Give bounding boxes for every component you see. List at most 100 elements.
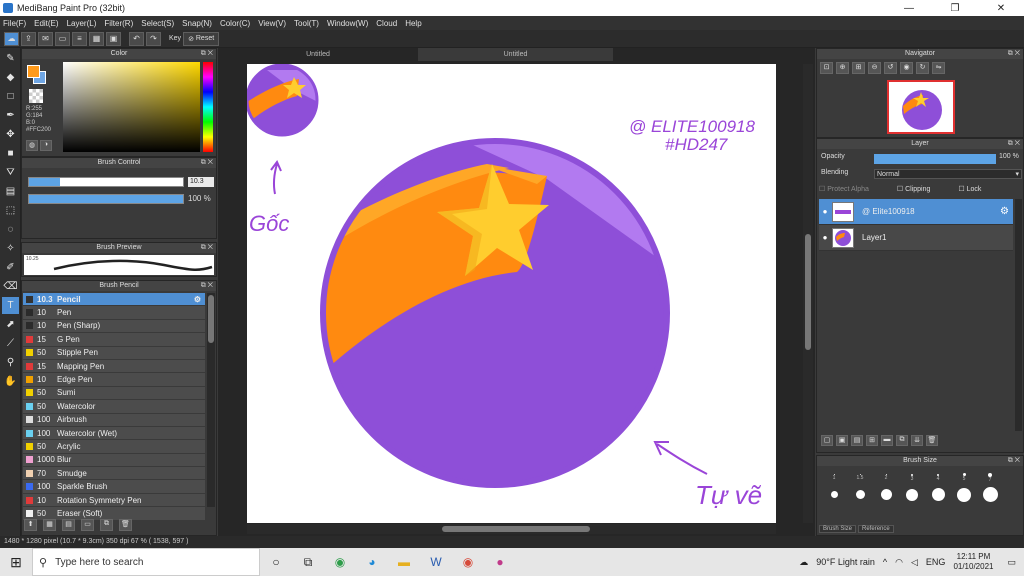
- menu-window[interactable]: Window(W): [327, 19, 368, 28]
- color-settings-icon[interactable]: ◑: [40, 140, 52, 151]
- rotate-left-icon[interactable]: ↺: [884, 62, 897, 74]
- brush-size-cell[interactable]: [899, 486, 925, 503]
- tab-reference[interactable]: Reference: [858, 525, 894, 533]
- brush-item[interactable]: 100 Watercolor (Wet): [23, 426, 205, 441]
- brush-item[interactable]: 70 Smudge: [23, 467, 205, 481]
- brush-size-cell[interactable]: [925, 486, 951, 503]
- add-brush-icon[interactable]: ⬆: [24, 519, 37, 531]
- brush-size-cell[interactable]: 7: [977, 469, 1003, 486]
- hand-tool-icon[interactable]: ✋: [2, 373, 19, 390]
- brush-item[interactable]: 15 G Pen: [23, 333, 205, 347]
- bubble-icon[interactable]: ▭: [55, 31, 70, 46]
- layer-duplicate-icon[interactable]: ⧉: [896, 435, 908, 446]
- bucket-tool-icon[interactable]: ⛛: [2, 164, 19, 181]
- menu-icon[interactable]: ≡: [72, 31, 87, 46]
- eye-icon[interactable]: ●: [819, 233, 831, 242]
- volume-icon[interactable]: ◁: [911, 557, 918, 568]
- brush-item[interactable]: 1000 Blur: [23, 453, 205, 468]
- document-tab-1[interactable]: Untitled: [268, 48, 368, 61]
- brush-size-cell[interactable]: 5: [951, 469, 977, 486]
- add-layer-menu-icon[interactable]: ⊞: [866, 435, 878, 446]
- close-button[interactable]: ✕: [978, 3, 1024, 14]
- trash-icon[interactable]: 🗑: [119, 519, 132, 531]
- menu-filter[interactable]: Filter(R): [104, 19, 133, 28]
- brush-item[interactable]: 10 Rotation Symmetry Pen: [23, 493, 205, 508]
- brush-size-cell[interactable]: [977, 486, 1003, 503]
- word-icon[interactable]: W: [420, 548, 452, 576]
- network-icon[interactable]: ◠: [895, 557, 903, 568]
- move-tool-icon[interactable]: ✥: [2, 126, 19, 143]
- minimize-button[interactable]: —: [886, 3, 932, 14]
- menu-color[interactable]: Color(C): [220, 19, 250, 28]
- close-icon[interactable]: ⧉ ✕: [201, 243, 213, 253]
- close-icon[interactable]: ⧉ ✕: [201, 281, 213, 291]
- brush-item[interactable]: 50 Stipple Pen: [23, 346, 205, 360]
- merge-layer-icon[interactable]: ⇊: [911, 435, 923, 446]
- brush-folder-icon[interactable]: ▭: [81, 519, 94, 531]
- canvas-hscroll-thumb[interactable]: [442, 526, 590, 532]
- undo-icon[interactable]: ↶: [129, 31, 144, 46]
- brush-item[interactable]: 10 Pen (Sharp): [23, 319, 205, 334]
- share-icon[interactable]: ⇪: [21, 31, 36, 46]
- navigator-thumbnail[interactable]: [887, 80, 955, 134]
- zoom-actual-icon[interactable]: ⊞: [852, 62, 865, 74]
- brush-size-cell[interactable]: [821, 486, 847, 503]
- saturation-value-picker[interactable]: [63, 62, 200, 152]
- brush-size-cell[interactable]: 1.5: [847, 469, 873, 486]
- chrome-2-icon[interactable]: ◉: [452, 548, 484, 576]
- select-eraser-tool-icon[interactable]: ⌫: [2, 278, 19, 295]
- brush-item[interactable]: 10.3 Pencil ⚙: [23, 293, 205, 307]
- cortana-icon[interactable]: ○: [260, 548, 292, 576]
- menu-file[interactable]: File(F): [3, 19, 26, 28]
- menu-cloud[interactable]: Cloud: [376, 19, 397, 28]
- layer-row-elite[interactable]: ● @ Elite100918 ⚙: [819, 199, 1013, 225]
- gear-icon[interactable]: ⚙: [194, 295, 201, 304]
- canvas-vertical-scrollbar[interactable]: [803, 64, 813, 523]
- new-halftone-layer-icon[interactable]: ▣: [836, 435, 848, 446]
- layer-list-scrollbar[interactable]: [1015, 199, 1022, 431]
- pen-tool-icon[interactable]: ✒: [2, 107, 19, 124]
- eraser-tool-icon[interactable]: ◆: [2, 69, 19, 86]
- menu-view[interactable]: View(V): [258, 19, 286, 28]
- cloud-icon[interactable]: ☁: [4, 31, 19, 46]
- rotate-right-icon[interactable]: ↻: [916, 62, 929, 74]
- brush-opacity-slider[interactable]: [28, 194, 184, 204]
- select-tool-icon[interactable]: ⬚: [2, 202, 19, 219]
- menu-select[interactable]: Select(S): [141, 19, 174, 28]
- layer-folder-icon[interactable]: ▬: [881, 435, 893, 446]
- menu-layer[interactable]: Layer(L): [67, 19, 97, 28]
- trash-icon[interactable]: 🗑: [926, 435, 938, 446]
- protect-alpha-checkbox[interactable]: ☐ Protect Alpha: [819, 185, 883, 196]
- medibang-taskbar-icon[interactable]: ●: [484, 548, 516, 576]
- magic-wand-tool-icon[interactable]: ✧: [2, 240, 19, 257]
- lock-checkbox[interactable]: ☐ Lock: [958, 185, 995, 196]
- brush-item[interactable]: 15 Mapping Pen: [23, 359, 205, 374]
- canvas-vscroll-thumb[interactable]: [805, 234, 811, 350]
- foreground-color-swatch[interactable]: [27, 65, 40, 78]
- zoom-fit-icon[interactable]: ⊡: [820, 62, 833, 74]
- brush-size-slider[interactable]: [28, 177, 184, 187]
- gradient-tool-icon[interactable]: ▤: [2, 183, 19, 200]
- notification-icon[interactable]: ▭: [1007, 557, 1016, 568]
- hue-slider[interactable]: [203, 62, 213, 152]
- zoom-out-icon[interactable]: ⊖: [868, 62, 881, 74]
- rectangle-tool-icon[interactable]: □: [2, 88, 19, 105]
- close-icon[interactable]: ⧉ ✕: [1008, 139, 1020, 149]
- brush-list-scroll-thumb[interactable]: [208, 295, 214, 343]
- brush-group-icon[interactable]: ▦: [43, 519, 56, 531]
- new-8bit-layer-icon[interactable]: ▤: [851, 435, 863, 446]
- brush-list-scrollbar[interactable]: [207, 293, 215, 507]
- close-icon[interactable]: ⧉ ✕: [201, 158, 213, 168]
- fill-rect-tool-icon[interactable]: ■: [2, 145, 19, 162]
- eye-icon[interactable]: ●: [819, 207, 831, 216]
- close-icon[interactable]: ⧉ ✕: [1008, 49, 1020, 59]
- chrome-icon[interactable]: ◉: [324, 548, 356, 576]
- frame-icon[interactable]: ▣: [106, 31, 121, 46]
- brush-size-cell[interactable]: 1: [821, 469, 847, 486]
- blending-select[interactable]: Normal ▾: [874, 169, 1022, 179]
- menu-tool[interactable]: Tool(T): [294, 19, 319, 28]
- reset-button[interactable]: ⊘ Reset: [183, 31, 220, 46]
- taskbar-clock[interactable]: 12:11 PM 01/10/2021: [953, 552, 993, 572]
- clipping-checkbox[interactable]: ☐ Clipping: [897, 185, 945, 196]
- drawing-canvas[interactable]: @ ELITE100918 #HD247 Gốc Tự vẽ: [247, 64, 776, 523]
